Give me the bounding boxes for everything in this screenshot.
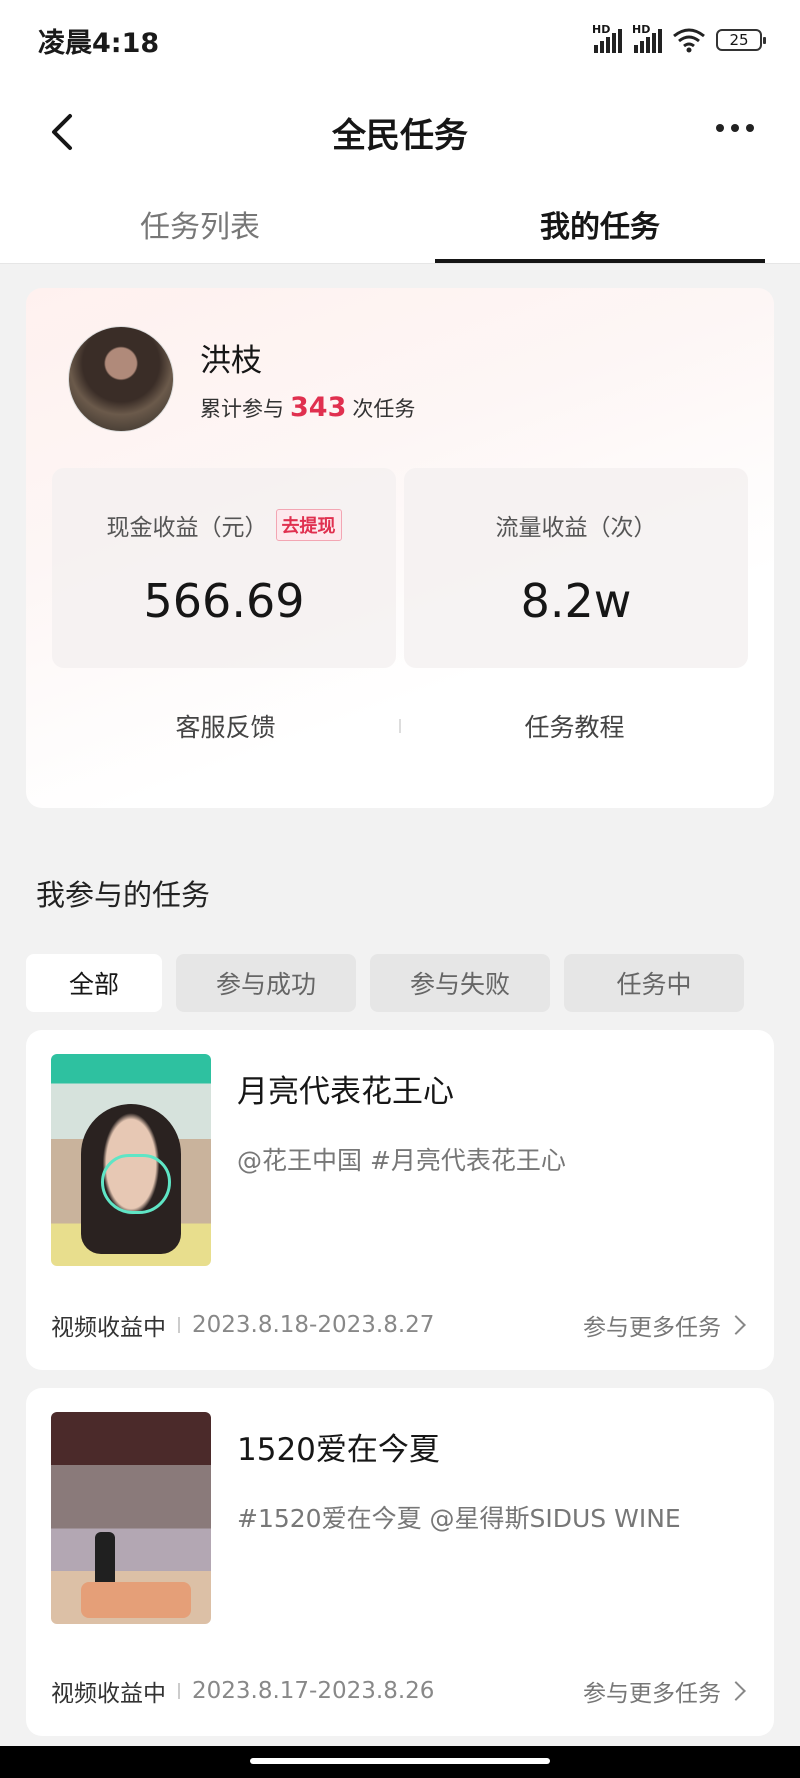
wifi-icon [673, 28, 705, 53]
traffic-earnings-label-row: 流量收益（次） [404, 508, 748, 542]
withdraw-button[interactable]: 去提现 [275, 509, 342, 541]
task-main: 月亮代表花王心 @花王中国 #月亮代表花王心 [51, 1054, 749, 1266]
system-nav-bar [0, 1746, 800, 1778]
chevron-right-icon [726, 1315, 746, 1335]
more-tasks-link[interactable]: 参与更多任务 [583, 1674, 749, 1708]
section-title: 我参与的任务 [36, 878, 211, 912]
more-icon[interactable] [716, 124, 754, 132]
status-icons: HD HD 25 [592, 23, 766, 53]
profile-text: 洪枝 累计参与 343 次任务 [200, 335, 415, 423]
filter-failed[interactable]: 参与失败 [370, 954, 550, 1012]
participation-count: 343 [290, 392, 347, 423]
task-info: 1520爱在今夏 #1520爱在今夏 @星得斯SIDUS WINE [237, 1412, 681, 1624]
status-bar: 凌晨4:18 HD HD 25 [0, 0, 800, 80]
profile-row: 洪枝 累计参与 343 次任务 [52, 326, 748, 432]
profile-card: 洪枝 累计参与 343 次任务 现金收益（元） 去提现 566.69 流量收益（次）… [26, 288, 774, 808]
task-title: 1520爱在今夏 [237, 1432, 440, 1468]
cash-earnings-box[interactable]: 现金收益（元） 去提现 566.69 [52, 468, 396, 668]
filter-success[interactable]: 参与成功 [176, 954, 356, 1012]
task-title: 月亮代表花王心 [237, 1074, 454, 1110]
chevron-right-icon [726, 1681, 746, 1701]
back-icon[interactable] [44, 112, 84, 152]
top-section: 凌晨4:18 HD HD 25 全民任务 任务列表 我的任务 [0, 0, 800, 264]
task-date: 2023.8.17-2023.8.26 [192, 1678, 435, 1704]
cash-earnings-value: 566.69 [143, 574, 305, 628]
participation-summary: 累计参与 343 次任务 [200, 392, 416, 423]
task-tags: #1520爱在今夏 @星得斯SIDUS WINE [237, 1504, 681, 1533]
battery-icon: 25 [716, 29, 766, 51]
signal-icon-2: HD [632, 23, 662, 53]
traffic-earnings-box[interactable]: 流量收益（次） 8.2w [404, 468, 748, 668]
task-tags: @花王中国 #月亮代表花王心 [237, 1146, 566, 1175]
task-footer: 视频收益中 2023.8.18-2023.8.27 参与更多任务 [51, 1308, 749, 1342]
task-thumbnail[interactable] [51, 1412, 211, 1624]
task-info: 月亮代表花王心 @花王中国 #月亮代表花王心 [237, 1054, 566, 1266]
page-title: 全民任务 [332, 115, 468, 156]
tab-bar: 任务列表 我的任务 [0, 184, 800, 264]
task-card[interactable]: 月亮代表花王心 @花王中国 #月亮代表花王心 视频收益中 2023.8.18-2… [26, 1030, 774, 1370]
home-indicator[interactable] [250, 1758, 550, 1764]
traffic-earnings-value: 8.2w [520, 574, 632, 628]
nav-bar: 全民任务 [0, 80, 800, 184]
signal-icon: HD [592, 23, 622, 53]
task-divider [178, 1317, 180, 1333]
filter-in-progress[interactable]: 任务中 [564, 954, 744, 1012]
filter-row: 全部 参与成功 参与失败 任务中 [26, 954, 800, 1012]
task-main: 1520爱在今夏 #1520爱在今夏 @星得斯SIDUS WINE [51, 1412, 749, 1624]
user-name: 洪枝 [200, 343, 262, 379]
links-row: 客服反馈 任务教程 [52, 708, 748, 744]
avatar[interactable] [68, 326, 174, 432]
filter-all[interactable]: 全部 [26, 954, 162, 1012]
customer-service-link[interactable]: 客服反馈 [52, 708, 399, 744]
tab-my-tasks[interactable]: 我的任务 [400, 184, 800, 263]
more-tasks-link[interactable]: 参与更多任务 [583, 1308, 749, 1342]
traffic-earnings-label: 流量收益（次） [495, 515, 657, 541]
task-status: 视频收益中 [51, 1315, 166, 1341]
task-tutorial-link[interactable]: 任务教程 [401, 708, 748, 744]
task-footer: 视频收益中 2023.8.17-2023.8.26 参与更多任务 [51, 1674, 749, 1708]
tab-task-list[interactable]: 任务列表 [0, 184, 400, 263]
task-card[interactable]: 1520爱在今夏 #1520爱在今夏 @星得斯SIDUS WINE 视频收益中 … [26, 1388, 774, 1736]
task-thumbnail[interactable] [51, 1054, 211, 1266]
task-status: 视频收益中 [51, 1681, 166, 1707]
task-divider [178, 1683, 180, 1699]
cash-earnings-label: 现金收益（元） [106, 515, 268, 541]
task-date: 2023.8.18-2023.8.27 [192, 1312, 435, 1338]
cash-earnings-label-row: 现金收益（元） 去提现 [52, 508, 396, 542]
status-time: 凌晨4:18 [38, 27, 160, 59]
earnings-row: 现金收益（元） 去提现 566.69 流量收益（次） 8.2w [52, 468, 748, 668]
